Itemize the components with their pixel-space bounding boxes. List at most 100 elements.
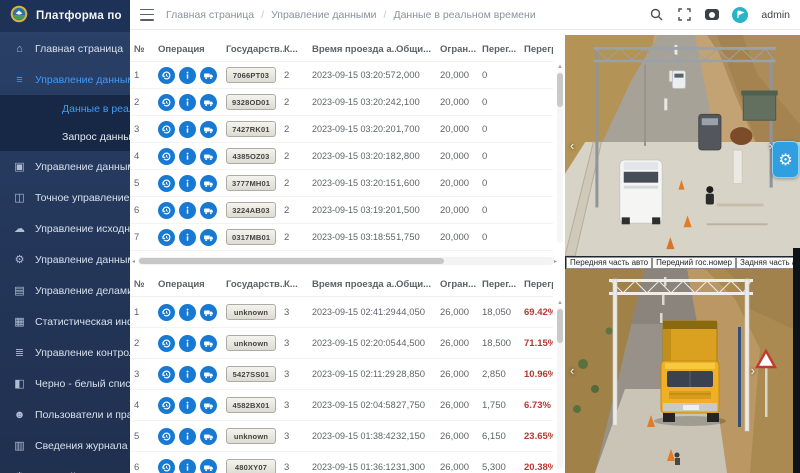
photo-prev-icon[interactable]: ‹ [570,140,574,152]
vertical-scrollbar[interactable]: ▲ [556,300,564,470]
vehicle-photo-button[interactable] [200,428,217,445]
plate-chip[interactable]: 9328OD01 [226,94,276,110]
hscroll-thumb[interactable] [139,258,444,264]
plate-chip[interactable]: 0317MB01 [226,229,276,245]
settings-fab-gear-icon[interactable]: ⚙ [772,141,799,178]
vehicle-photo-button[interactable] [200,202,217,219]
column-header[interactable]: Общи... [396,44,440,55]
table-row[interactable]: 1 7066PT03 2 2023-09-15 0 [130,62,553,89]
plate-chip[interactable]: unknown [226,428,276,444]
vehicle-photo-button[interactable] [200,94,217,111]
fullscreen-icon[interactable] [677,7,692,22]
history-button[interactable] [158,148,175,165]
history-button[interactable] [158,202,175,219]
column-header[interactable]: № [134,279,158,290]
history-button[interactable] [158,304,175,321]
vehicle-photo-button[interactable] [200,67,217,84]
plate-chip[interactable]: 4582BX01 [226,397,276,413]
column-header[interactable]: Перегру... [524,279,553,290]
avatar[interactable] [732,7,748,23]
sidebar-item[interactable]: ≣ Управление контрольны [0,337,130,368]
breadcrumb-item[interactable]: Управление данными [254,9,376,21]
vscroll-thumb[interactable] [557,309,563,343]
plate-chip[interactable]: 4385OZ03 [226,148,276,164]
vehicle-photo-button[interactable] [200,397,217,414]
vehicle-photo-button[interactable] [200,366,217,383]
table-row[interactable]: 6 3224AB03 2 2023-09-15 0 [130,197,553,224]
plate-chip[interactable]: 480XY07 [226,459,276,473]
table-row[interactable]: 1 unknown 3 2023-09-15 02 [130,297,553,328]
sidebar-item[interactable]: ▤ Управление делами ∨ [0,275,130,306]
plate-chip[interactable]: 7066PT03 [226,67,276,83]
table-row[interactable]: 2 9328OD01 2 2023-09-15 0 [130,89,553,116]
horizontal-scrollbar[interactable]: ◂ ▸ [132,256,560,266]
column-header[interactable]: Время проезда а... [312,279,396,290]
sidebar-item[interactable]: ▥ Сведения журнала ∨ [0,430,130,461]
history-button[interactable] [158,229,175,246]
sidebar-item[interactable]: ⚙ Управление данными [0,244,130,275]
sidebar-item[interactable]: ⚙ Настройки [0,461,130,473]
info-button[interactable] [179,94,196,111]
layout-icon[interactable] [705,9,719,20]
username[interactable]: admin [761,9,790,21]
vertical-scrollbar[interactable]: ▲ [556,64,564,244]
sidebar-item[interactable]: Данные в реальном времени [0,95,130,123]
vehicle-photo-rear[interactable]: ‹ › [565,269,793,473]
history-button[interactable] [158,428,175,445]
table-row[interactable]: 7 0317MB01 2 2023-09-15 0 [130,224,553,251]
plate-chip[interactable]: unknown [226,335,276,351]
photo-caption-chip[interactable]: Передняя часть авто [566,257,652,269]
history-button[interactable] [158,366,175,383]
vscroll-thumb[interactable] [557,73,563,107]
breadcrumb-item[interactable]: Данные в реальном времени [377,9,536,21]
history-button[interactable] [158,459,175,473]
info-button[interactable] [179,459,196,473]
info-button[interactable] [179,366,196,383]
photo-caption-chip[interactable]: Передний гос.номер [652,257,736,269]
table-row[interactable]: 3 5427SS01 3 2023-09-15 0 [130,359,553,390]
plate-chip[interactable]: 7427RK01 [226,121,276,137]
photo-prev-icon[interactable]: ‹ [570,365,574,377]
scroll-right-icon[interactable]: ▸ [554,258,560,265]
scroll-up-icon[interactable]: ▲ [557,300,563,306]
history-button[interactable] [158,335,175,352]
sidebar-item[interactable]: Запрос данных [0,123,130,151]
vehicle-photo-button[interactable] [200,335,217,352]
column-header[interactable]: Операция [158,279,226,290]
table-row[interactable]: 4 4582BX01 3 2023-09-15 0 [130,390,553,421]
column-header[interactable]: К... [284,44,312,55]
sidebar-item[interactable]: ☻ Пользователи и права д [0,399,130,430]
history-button[interactable] [158,94,175,111]
sidebar-item[interactable]: ☁ Управление исходными [0,213,130,244]
collapse-sidebar-icon[interactable] [140,9,154,21]
info-button[interactable] [179,335,196,352]
sidebar-item[interactable]: ▦ Статистическая информа [0,306,130,337]
column-header[interactable]: Огран... [440,44,482,55]
table-row[interactable]: 5 unknown 3 2023-09-15 01 [130,421,553,452]
sidebar-item[interactable]: ◫ Точное управление дан [0,182,130,213]
column-header[interactable]: № [134,44,158,55]
info-button[interactable] [179,148,196,165]
column-header[interactable]: Государств... [226,279,284,290]
table-row[interactable]: 2 unknown 3 2023-09-15 02 [130,328,553,359]
info-button[interactable] [179,229,196,246]
vehicle-photo-button[interactable] [200,121,217,138]
photo-caption-chip[interactable]: Задняя часть авто [736,257,800,269]
column-header[interactable]: К... [284,279,312,290]
plate-chip[interactable]: 3224AB03 [226,202,276,218]
sidebar-item[interactable]: ◧ Черно - белый список [0,368,130,399]
history-button[interactable] [158,397,175,414]
info-button[interactable] [179,304,196,321]
plate-chip[interactable]: 3777MH01 [226,175,276,191]
history-button[interactable] [158,175,175,192]
vehicle-photo-front[interactable]: ‹ › [565,35,800,256]
column-header[interactable]: Перегру... [524,44,553,55]
column-header[interactable]: Государств... [226,44,284,55]
breadcrumb-item[interactable]: Главная страница [166,9,254,21]
table-row[interactable]: 4 4385OZ03 2 2023-09-15 0 [130,143,553,170]
info-button[interactable] [179,67,196,84]
vehicle-photo-button[interactable] [200,148,217,165]
column-header[interactable]: Перег... [482,279,524,290]
info-button[interactable] [179,202,196,219]
sidebar-item[interactable]: ▣ Управление данными вн [0,151,130,182]
